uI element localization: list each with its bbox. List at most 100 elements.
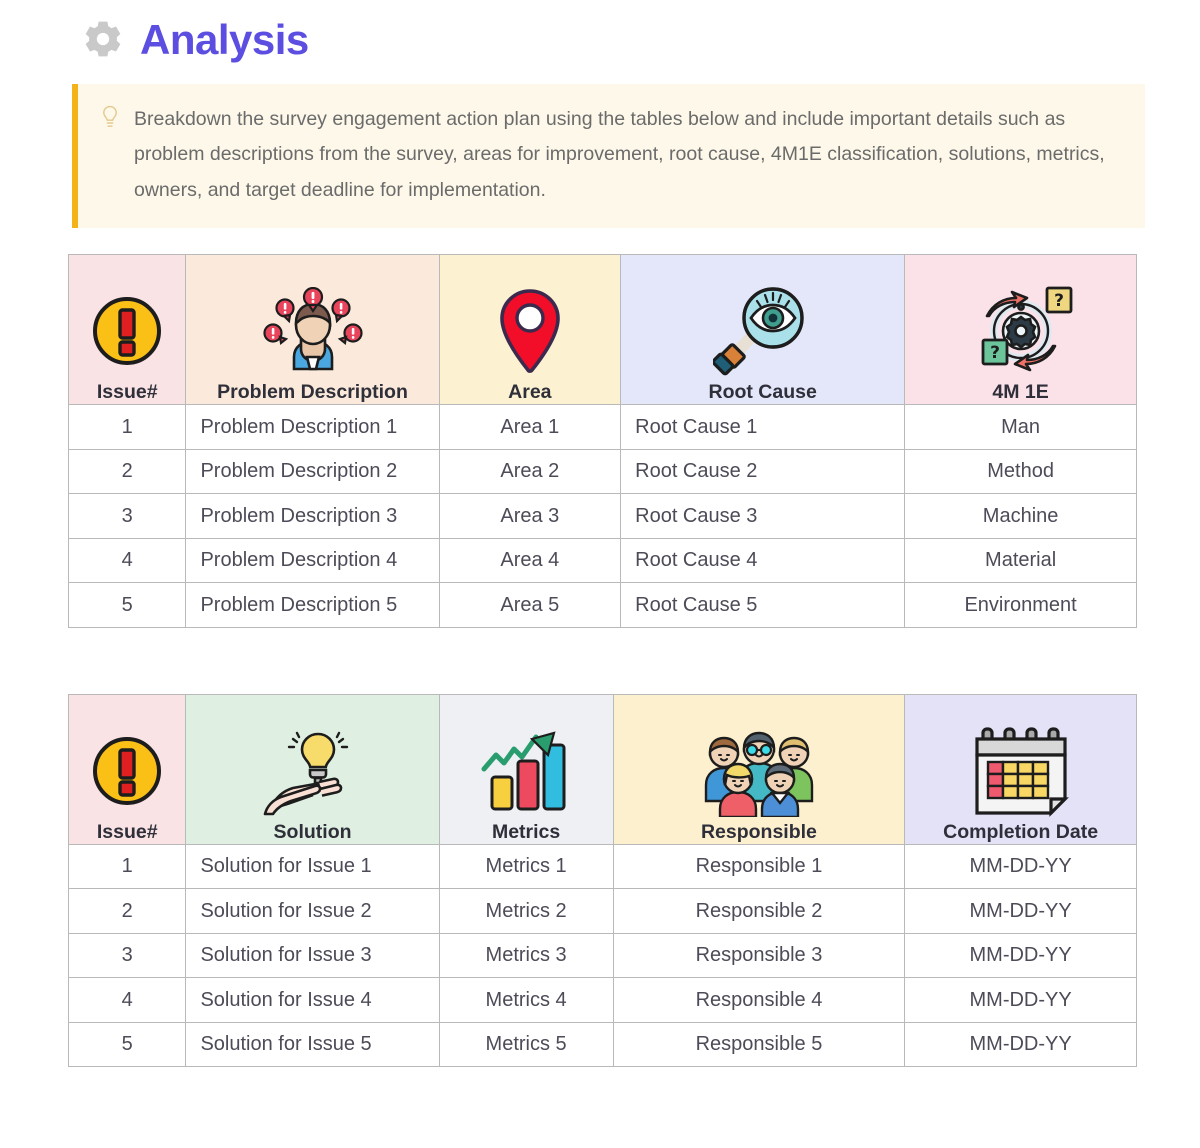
table-row: 5 Solution for Issue 5 Metrics 5 Responsibl… [67,1021,1137,1068]
table-cell[interactable]: 4 [67,977,187,1023]
spacer-top [0,228,1200,254]
table-cell[interactable]: Environment [904,582,1137,628]
table-cell[interactable]: Solution for Issue 5 [185,1021,440,1068]
page-header: Analysis [0,0,1200,62]
calendar-icon [905,723,1136,819]
svg-text:?: ? [1054,291,1064,311]
magnifier-eye-icon [621,283,904,379]
column-header-label: 4M 1E [992,381,1049,404]
table-cell[interactable]: Problem Description 3 [185,493,440,539]
solution-plan-table-wrap: Issue# Solution Metrics Responsible Comp… [67,693,1137,1068]
table-cell[interactable]: Area 4 [438,537,622,584]
instruction-callout: Breakdown the survey engagement action p… [72,84,1145,229]
column-header-area: Area [438,254,622,406]
table-cell[interactable]: Root Cause 1 [620,404,906,450]
lightbulb-icon [100,102,120,136]
table-cell[interactable]: Problem Description 4 [185,537,440,584]
table-cell[interactable]: Problem Description 5 [185,582,440,628]
table-header-row: Issue# Solution Metrics Responsible Comp… [67,693,1137,845]
table-cell[interactable]: 4 [67,537,187,584]
table-cell[interactable]: MM-DD-YY [904,843,1137,890]
table-cell[interactable]: Responsible 5 [612,1021,906,1068]
column-header-completion-date: Completion Date [904,693,1137,845]
column-header-issue: Issue# [67,693,187,845]
table-cell[interactable]: 2 [67,888,187,934]
table-cell[interactable]: 2 [67,448,187,495]
callout-text: Breakdown the survey engagement action p… [134,108,1105,201]
table-cell[interactable]: 3 [67,932,187,979]
column-header-problem-description: Problem Description [185,254,440,406]
table-cell[interactable]: Metrics 5 [438,1021,614,1068]
table-cell[interactable]: Metrics 1 [438,843,614,890]
table-cell[interactable]: MM-DD-YY [904,977,1137,1023]
table-row: 1 Problem Description 1 Area 1 Root Cause 1… [67,404,1137,450]
table-cell[interactable]: Metrics 3 [438,932,614,979]
column-header-label: Issue# [96,381,158,404]
column-header-label: Metrics [491,820,561,843]
table-cell[interactable]: 1 [67,843,187,890]
page-title: Analysis [140,16,309,63]
table-cell[interactable]: Metrics 4 [438,977,614,1023]
table-cell[interactable]: Responsible 4 [612,977,906,1023]
table-cell[interactable]: Solution for Issue 2 [185,888,440,934]
table-cell[interactable]: Problem Description 2 [185,448,440,495]
table-cell[interactable]: Responsible 3 [612,932,906,979]
table-cell[interactable]: Responsible 1 [612,843,906,890]
table-cell[interactable]: Metrics 2 [438,888,614,934]
table-row: 3 Solution for Issue 3 Metrics 3 Responsibl… [67,932,1137,979]
table-cell[interactable]: 5 [67,582,187,628]
column-header-label: Root Cause [708,381,817,404]
table-cell[interactable]: Area 5 [438,582,622,628]
table-cell[interactable]: MM-DD-YY [904,888,1137,934]
table-cell[interactable]: Area 2 [438,448,622,495]
table-cell[interactable]: Responsible 2 [612,888,906,934]
table-gap [0,628,1200,694]
table-cell[interactable]: Root Cause 3 [620,493,906,539]
table-row: 3 Problem Description 3 Area 3 Root Cause 3… [67,493,1137,539]
bar-chart-growth-icon [440,723,613,819]
table-cell[interactable]: Area 1 [438,404,622,450]
table-cell[interactable]: Method [904,448,1137,495]
table-cell[interactable]: Solution for Issue 1 [185,843,440,890]
lightbulb-hand-icon [186,723,438,819]
problem-analysis-table: Issue# Problem Description Area Root Cau… [67,254,1137,628]
problem-person-icon [186,283,438,379]
table-cell[interactable]: Problem Description 1 [185,404,440,450]
column-header-4m-1e: ?? 4M 1E [904,254,1137,406]
table-cell[interactable]: MM-DD-YY [904,932,1137,979]
table-cell[interactable]: 1 [67,404,187,450]
table-row: 1 Solution for Issue 1 Metrics 1 Responsibl… [67,843,1137,890]
table-row: 4 Solution for Issue 4 Metrics 4 Responsibl… [67,977,1137,1023]
column-header-label: Solution [273,820,352,843]
table-row: 2 Solution for Issue 2 Metrics 2 Responsibl… [67,888,1137,934]
table-cell[interactable]: Solution for Issue 3 [185,932,440,979]
column-header-issue: Issue# [67,254,187,406]
table-header-row: Issue# Problem Description Area Root Cau… [67,254,1137,406]
map-pin-icon [440,283,621,379]
table-row: 2 Problem Description 2 Area 2 Root Cause 2… [67,448,1137,495]
column-header-label: Responsible [700,820,817,843]
column-header-label: Area [508,381,552,404]
exclamation-circle-icon [69,283,185,379]
column-header-label: Completion Date [943,820,1099,843]
exclamation-circle-icon [69,723,185,819]
table-cell[interactable]: 5 [67,1021,187,1068]
column-header-metrics: Metrics [438,693,614,845]
table-cell[interactable]: Man [904,404,1137,450]
table-cell[interactable]: Solution for Issue 4 [185,977,440,1023]
table-row: 4 Problem Description 4 Area 4 Root Cause 4… [67,537,1137,584]
gear-arrows-icon: ?? [905,283,1136,379]
column-header-label: Problem Description [217,381,408,404]
table-cell[interactable]: Area 3 [438,493,622,539]
gear-icon [82,19,124,61]
table-cell[interactable]: Root Cause 4 [620,537,906,584]
column-header-responsible: Responsible [612,693,906,845]
problem-analysis-table-wrap: Issue# Problem Description Area Root Cau… [67,254,1137,628]
table-cell[interactable]: Root Cause 2 [620,448,906,495]
table-cell[interactable]: MM-DD-YY [904,1021,1137,1068]
table-cell[interactable]: Material [904,537,1137,584]
table-cell[interactable]: 3 [67,493,187,539]
table-cell[interactable]: Root Cause 5 [620,582,906,628]
table-cell[interactable]: Machine [904,493,1137,539]
svg-text:?: ? [990,343,1000,363]
